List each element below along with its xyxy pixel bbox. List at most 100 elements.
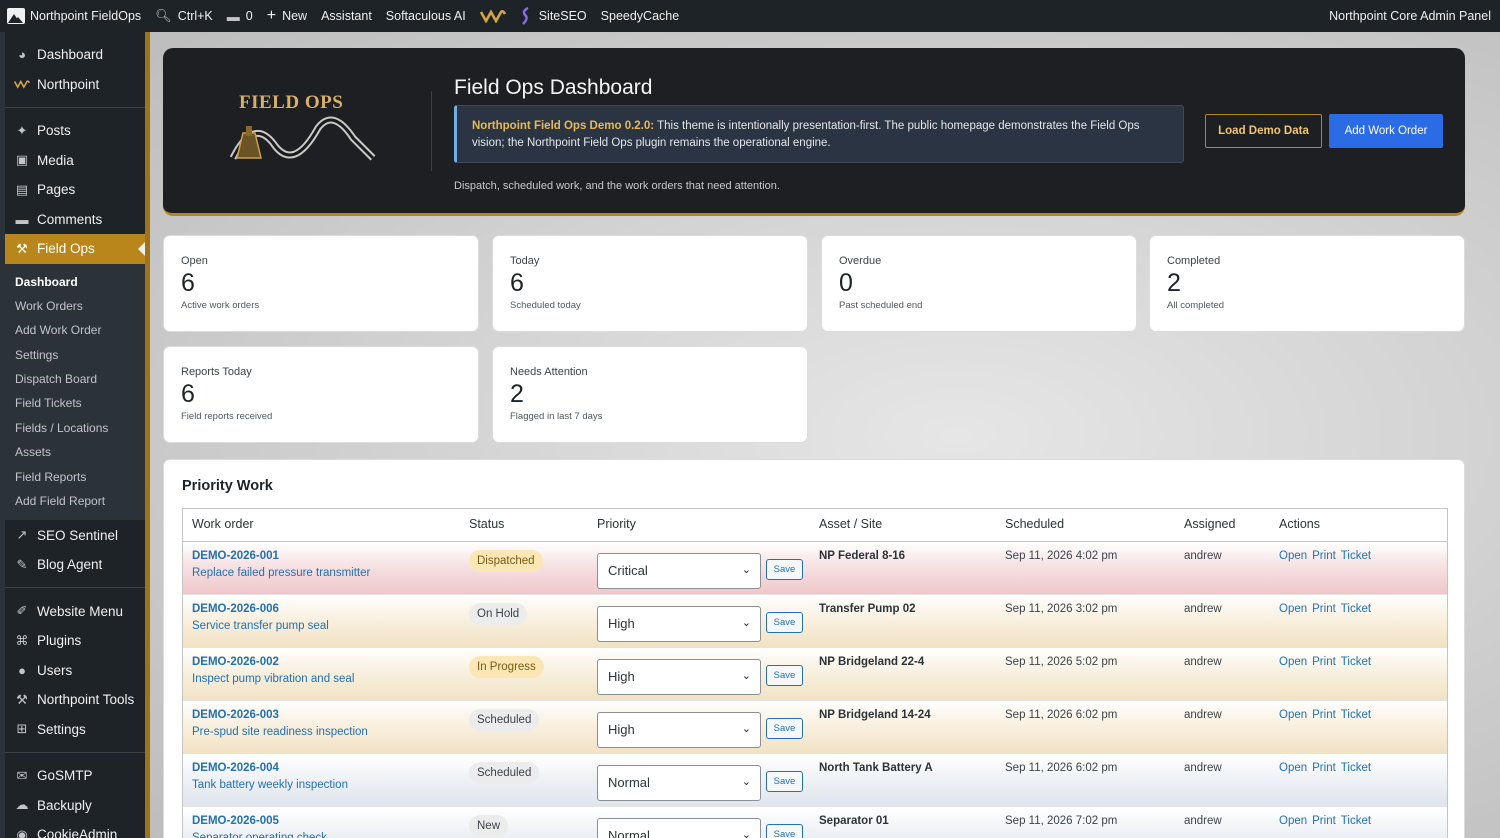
- open-link[interactable]: Open: [1279, 815, 1307, 827]
- priority-select[interactable]: High ⌄: [597, 712, 761, 748]
- site-name-link[interactable]: Northpoint FieldOps: [0, 0, 148, 32]
- load-demo-data-button[interactable]: Load Demo Data: [1205, 114, 1322, 148]
- submenu-item-work-orders[interactable]: Work Orders: [5, 294, 145, 318]
- admin-panel-link[interactable]: Northpoint Core Admin Panel: [1322, 0, 1500, 32]
- priority-select[interactable]: High ⌄: [597, 659, 761, 695]
- sidebar-item-posts[interactable]: ✦ Posts: [5, 116, 145, 146]
- ticket-link[interactable]: Ticket: [1341, 709, 1371, 721]
- asset-site: North Tank Battery A: [819, 762, 933, 774]
- admin-panel-label: Northpoint Core Admin Panel: [1329, 9, 1491, 23]
- print-link[interactable]: Print: [1312, 656, 1336, 668]
- open-link[interactable]: Open: [1279, 550, 1307, 562]
- print-link[interactable]: Print: [1312, 762, 1336, 774]
- sidebar-item-website-menu[interactable]: ✐ Website Menu: [5, 596, 145, 626]
- comments-link[interactable]: ▬ 0: [220, 0, 260, 32]
- stat-card-reports-today: Reports Today 6 Field reports received: [163, 346, 479, 443]
- sidebar-item-gosmtp[interactable]: ✉ GoSMTP: [5, 761, 145, 791]
- work-order-title-link[interactable]: Service transfer pump seal: [192, 620, 329, 632]
- submenu-item-field-tickets[interactable]: Field Tickets: [5, 391, 145, 415]
- chevron-down-icon: ⌄: [741, 829, 751, 838]
- priority-select-value: High: [608, 722, 635, 737]
- submenu-item-add-work-order[interactable]: Add Work Order: [5, 318, 145, 342]
- sidebar-item-cookieadmin[interactable]: ◉ CookieAdmin: [5, 820, 145, 838]
- fieldops-icon: ⚒: [16, 240, 28, 256]
- save-priority-button[interactable]: Save: [766, 665, 803, 686]
- stat-sub: Active work orders: [181, 300, 260, 311]
- priority-select[interactable]: High ⌄: [597, 606, 761, 642]
- status-badge: Scheduled: [469, 709, 540, 731]
- work-order-id-link[interactable]: DEMO-2026-004: [192, 762, 279, 774]
- sidebar-item-label: Pages: [37, 182, 76, 198]
- submenu-item-fields-locations[interactable]: Fields / Locations: [5, 416, 145, 440]
- ticket-link[interactable]: Ticket: [1341, 550, 1371, 562]
- add-work-order-button[interactable]: Add Work Order: [1329, 114, 1443, 148]
- northpoint-wave-link[interactable]: [473, 0, 513, 32]
- save-priority-button[interactable]: Save: [766, 718, 803, 739]
- mail-icon: ✉: [16, 767, 28, 783]
- sidebar-item-backuply[interactable]: ☁ Backuply: [5, 790, 145, 820]
- print-link[interactable]: Print: [1312, 815, 1336, 827]
- admin-sidebar: ◕ Dashboard Northpoint ✦ Posts ▣ Media ▤…: [0, 32, 145, 838]
- open-link[interactable]: Open: [1279, 709, 1307, 721]
- sidebar-item-dashboard[interactable]: ◕ Dashboard: [5, 40, 145, 70]
- print-link[interactable]: Print: [1312, 709, 1336, 721]
- save-priority-button[interactable]: Save: [766, 771, 803, 792]
- ticket-link[interactable]: Ticket: [1341, 815, 1371, 827]
- save-priority-button[interactable]: Save: [766, 824, 803, 838]
- col-header-assigned: Assigned: [1184, 517, 1236, 531]
- sidebar-item-media[interactable]: ▣ Media: [5, 146, 145, 176]
- sidebar-item-plugins[interactable]: ⌘ Plugins: [5, 626, 145, 656]
- work-order-id-link[interactable]: DEMO-2026-006: [192, 603, 279, 615]
- sidebar-item-blog-agent[interactable]: ✎ Blog Agent: [5, 550, 145, 580]
- new-content-link[interactable]: + New: [260, 0, 314, 32]
- submenu-item-settings[interactable]: Settings: [5, 343, 145, 367]
- submenu-item-dashboard[interactable]: Dashboard: [5, 270, 145, 294]
- priority-select[interactable]: Normal ⌄: [597, 765, 761, 801]
- stat-sub: Flagged in last 7 days: [510, 411, 603, 422]
- work-order-id-link[interactable]: DEMO-2026-005: [192, 815, 279, 827]
- work-order-title-link[interactable]: Pre-spud site readiness inspection: [192, 726, 368, 738]
- print-link[interactable]: Print: [1312, 603, 1336, 615]
- table-row: DEMO-2026-005 Separator operating check Ne…: [183, 807, 1447, 838]
- open-link[interactable]: Open: [1279, 603, 1307, 615]
- sidebar-separator: [5, 107, 145, 108]
- priority-select[interactable]: Critical ⌄: [597, 553, 761, 589]
- sidebar-item-label: Settings: [37, 721, 86, 737]
- ticket-link[interactable]: Ticket: [1341, 656, 1371, 668]
- work-order-title-link[interactable]: Inspect pump vibration and seal: [192, 673, 354, 685]
- submenu-item-assets[interactable]: Assets: [5, 440, 145, 464]
- sidebar-item-pages[interactable]: ▤ Pages: [5, 175, 145, 205]
- work-order-title-link[interactable]: Separator operating check: [192, 832, 327, 838]
- work-order-id-link[interactable]: DEMO-2026-002: [192, 656, 279, 668]
- sidebar-item-label: Blog Agent: [37, 557, 103, 573]
- open-link[interactable]: Open: [1279, 656, 1307, 668]
- save-priority-button[interactable]: Save: [766, 559, 803, 580]
- save-priority-button[interactable]: Save: [766, 612, 803, 633]
- sidebar-item-settings[interactable]: ⊞ Settings: [5, 714, 145, 744]
- open-link[interactable]: Open: [1279, 762, 1307, 774]
- work-order-title-link[interactable]: Replace failed pressure transmitter: [192, 567, 370, 579]
- priority-select[interactable]: Normal ⌄: [597, 818, 761, 838]
- submenu-item-field-reports[interactable]: Field Reports: [5, 465, 145, 489]
- work-order-title-link[interactable]: Tank battery weekly inspection: [192, 779, 348, 791]
- sidebar-item-users[interactable]: ● Users: [5, 655, 145, 685]
- sidebar-item-comments[interactable]: ▬ Comments: [5, 205, 145, 235]
- sidebar-item-field-ops[interactable]: ⚒ Field Ops: [5, 234, 145, 264]
- submenu-item-add-field-report[interactable]: Add Field Report: [5, 489, 145, 513]
- work-order-id-link[interactable]: DEMO-2026-001: [192, 550, 279, 562]
- siteseo-link[interactable]: SiteSEO: [513, 0, 594, 32]
- softaculous-link[interactable]: Softaculous AI: [379, 0, 473, 32]
- new-label: New: [282, 9, 308, 23]
- work-order-id-link[interactable]: DEMO-2026-003: [192, 709, 279, 721]
- print-link[interactable]: Print: [1312, 550, 1336, 562]
- sidebar-item-northpoint-tools[interactable]: ⚒ Northpoint Tools: [5, 685, 145, 715]
- sidebar-item-seo-sentinel[interactable]: ↗ SEO Sentinel: [5, 520, 145, 550]
- speedycache-link[interactable]: SpeedyCache: [594, 0, 687, 32]
- ticket-link[interactable]: Ticket: [1341, 603, 1371, 615]
- field-ops-submenu: Dashboard Work Orders Add Work Order Set…: [5, 263, 145, 521]
- command-search[interactable]: 🔍︎ Ctrl+K: [148, 0, 220, 32]
- submenu-item-dispatch-board[interactable]: Dispatch Board: [5, 367, 145, 391]
- ticket-link[interactable]: Ticket: [1341, 762, 1371, 774]
- assistant-link[interactable]: Assistant: [314, 0, 379, 32]
- sidebar-item-northpoint[interactable]: Northpoint: [5, 70, 145, 100]
